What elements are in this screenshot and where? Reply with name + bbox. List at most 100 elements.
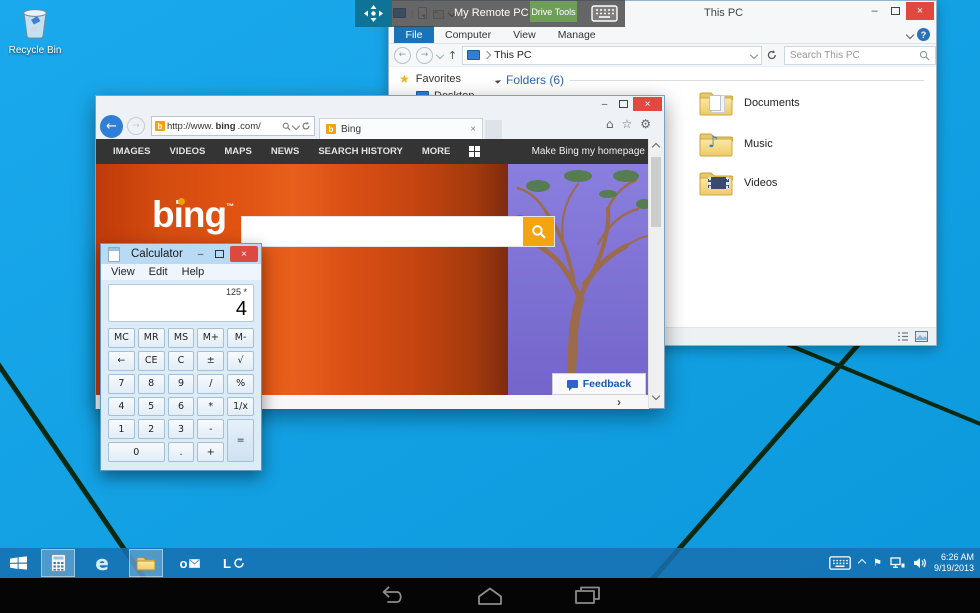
key-m-minus[interactable]: M-: [227, 328, 254, 348]
bing-nav-news[interactable]: NEWS: [271, 146, 300, 157]
tab-close-icon[interactable]: ×: [470, 124, 476, 135]
tab-manage[interactable]: Manage: [547, 29, 607, 41]
taskbar-calculator-button[interactable]: [41, 549, 75, 577]
key-3[interactable]: 3: [168, 419, 195, 439]
address-dropdown-icon[interactable]: [750, 51, 758, 59]
key-m-plus[interactable]: M+: [197, 328, 224, 348]
back-button[interactable]: ←: [394, 47, 411, 64]
folder-tile-music[interactable]: ♪ Music: [699, 130, 773, 157]
bing-nav-images[interactable]: IMAGES: [113, 146, 150, 157]
maximize-button[interactable]: [211, 247, 228, 262]
key-sqrt[interactable]: √: [227, 351, 254, 371]
bing-nav-more[interactable]: MORE: [422, 146, 451, 157]
bing-nav-search-history[interactable]: SEARCH HISTORY: [318, 146, 402, 157]
scroll-up-icon[interactable]: [652, 143, 660, 151]
taskbar-ie-button[interactable]: e: [85, 549, 119, 577]
refresh-icon[interactable]: [766, 49, 778, 61]
minimize-button[interactable]: –: [864, 2, 885, 20]
tab-view[interactable]: View: [502, 29, 547, 41]
details-view-icon[interactable]: [897, 331, 909, 342]
action-center-flag-icon[interactable]: ⚑: [873, 558, 882, 569]
close-button[interactable]: ×: [633, 97, 662, 111]
key-plus[interactable]: +: [197, 442, 224, 462]
bing-search-button[interactable]: [523, 217, 554, 246]
key-1[interactable]: 1: [108, 419, 135, 439]
key-decimal[interactable]: .: [168, 442, 195, 462]
key-9[interactable]: 9: [168, 374, 195, 394]
collapse-group-icon[interactable]: [495, 77, 501, 83]
key-5[interactable]: 5: [138, 397, 165, 417]
sidebar-item-favorites[interactable]: ★ Favorites: [399, 72, 461, 86]
bing-nav-videos[interactable]: VIDEOS: [169, 146, 205, 157]
key-equals[interactable]: =: [227, 419, 254, 462]
key-mr[interactable]: MR: [138, 328, 165, 348]
folder-tile-documents[interactable]: Documents: [699, 89, 800, 116]
ie-forward-button[interactable]: →: [127, 117, 145, 135]
folder-tile-videos[interactable]: Videos: [699, 169, 777, 196]
help-button[interactable]: ?: [917, 28, 930, 41]
close-button[interactable]: ×: [230, 246, 258, 262]
key-minus[interactable]: -: [197, 419, 224, 439]
show-hidden-icons-chevron[interactable]: [858, 559, 866, 567]
browser-tab-bing[interactable]: b Bing ×: [319, 118, 483, 140]
folders-group-title[interactable]: Folders (6): [506, 73, 564, 87]
tab-file[interactable]: File: [394, 26, 434, 43]
bing-nav-maps[interactable]: MAPS: [224, 146, 251, 157]
scroll-down-icon[interactable]: [652, 392, 660, 400]
maximize-button[interactable]: [614, 97, 633, 111]
search-input[interactable]: Search This PC: [784, 46, 936, 65]
up-button[interactable]: ↑: [448, 49, 457, 62]
key-2[interactable]: 2: [138, 419, 165, 439]
key-percent[interactable]: %: [227, 374, 254, 394]
key-divide[interactable]: /: [197, 374, 224, 394]
key-7[interactable]: 7: [108, 374, 135, 394]
menu-view[interactable]: View: [111, 266, 135, 278]
key-reciprocal[interactable]: 1/x: [227, 397, 254, 417]
refresh-icon[interactable]: [301, 121, 311, 131]
menu-edit[interactable]: Edit: [149, 266, 168, 278]
keyboard-button-icon[interactable]: [591, 5, 618, 22]
minimize-button[interactable]: –: [192, 247, 209, 262]
android-recents-icon[interactable]: [573, 586, 602, 605]
taskbar-clock[interactable]: 6:26 AM 9/19/2013: [934, 552, 974, 574]
minimize-button[interactable]: –: [595, 97, 614, 111]
key-backspace[interactable]: ←: [108, 351, 135, 371]
maximize-button[interactable]: [885, 2, 906, 20]
search-icon[interactable]: [282, 122, 291, 131]
address-box[interactable]: This PC: [462, 46, 762, 65]
key-ce[interactable]: CE: [138, 351, 165, 371]
recycle-bin[interactable]: Recycle Bin: [7, 5, 63, 56]
ie-scrollbar[interactable]: [648, 139, 664, 408]
settings-gear-icon[interactable]: ⚙: [640, 117, 651, 131]
start-button[interactable]: [0, 548, 36, 578]
volume-icon[interactable]: [913, 557, 926, 569]
android-back-icon[interactable]: [374, 586, 404, 605]
taskbar-outlook-button[interactable]: o: [173, 549, 207, 577]
large-icons-view-icon[interactable]: [915, 331, 928, 342]
key-6[interactable]: 6: [168, 397, 195, 417]
touch-keyboard-icon[interactable]: [829, 556, 851, 570]
menu-help[interactable]: Help: [182, 266, 205, 278]
feedback-button[interactable]: Feedback: [552, 373, 646, 395]
drive-tools-contextual-tab[interactable]: Drive Tools: [530, 1, 577, 22]
bing-apps-tiles-icon[interactable]: [469, 146, 480, 157]
close-button[interactable]: ×: [906, 2, 934, 20]
next-image-arrow[interactable]: ›: [617, 397, 621, 407]
favorites-star-icon[interactable]: ☆: [621, 117, 632, 131]
ie-back-button[interactable]: ←: [100, 115, 123, 138]
key-0[interactable]: 0: [108, 442, 165, 462]
taskbar-lync-button[interactable]: L: [217, 549, 251, 577]
make-bing-homepage-link[interactable]: Make Bing my homepage: [532, 146, 645, 157]
recent-locations-icon[interactable]: [436, 51, 444, 59]
forward-button[interactable]: →: [416, 47, 433, 64]
key-multiply[interactable]: *: [197, 397, 224, 417]
network-icon[interactable]: [890, 557, 905, 569]
remote-pan-button[interactable]: [355, 0, 392, 27]
taskbar-explorer-button[interactable]: [129, 549, 163, 577]
key-ms[interactable]: MS: [168, 328, 195, 348]
key-4[interactable]: 4: [108, 397, 135, 417]
key-c[interactable]: C: [168, 351, 195, 371]
key-8[interactable]: 8: [138, 374, 165, 394]
home-icon[interactable]: ⌂: [606, 117, 614, 131]
android-home-icon[interactable]: [476, 585, 504, 606]
